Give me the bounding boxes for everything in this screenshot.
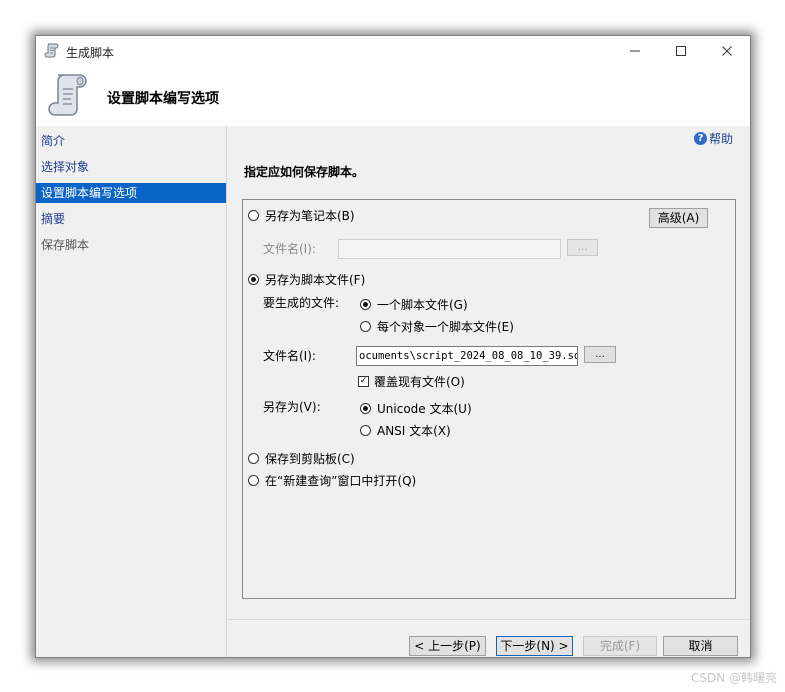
- wizard-content: ? 帮助 指定应如何保存脚本。 另存为笔记本(B) 高级(A) 文件名(I): …: [227, 126, 750, 657]
- open-in-new-query-radio[interactable]: 在“新建查询”窗口中打开(Q): [248, 472, 416, 489]
- one-script-file-label: 一个脚本文件(G): [377, 298, 468, 312]
- browse-button[interactable]: ...: [584, 346, 616, 363]
- overwrite-existing-label: 覆盖现有文件(O): [374, 375, 465, 389]
- title-bar[interactable]: 生成脚本: [36, 36, 750, 66]
- save-as-notebook-radio[interactable]: 另存为笔记本(B): [248, 207, 355, 224]
- page-title: 设置脚本编写选项: [107, 91, 219, 107]
- help-label: 帮助: [708, 132, 733, 146]
- unicode-text-label: Unicode 文本(U): [377, 402, 472, 416]
- save-options-group: 另存为笔记本(B) 高级(A) 文件名(I): ... 另存为脚本文件(F) 要…: [242, 199, 736, 599]
- save-to-clipboard-radio[interactable]: 保存到剪贴板(C): [248, 450, 355, 467]
- cancel-button[interactable]: 取消: [663, 636, 738, 656]
- radio-indicator: [248, 475, 259, 486]
- maximize-button[interactable]: [658, 36, 704, 66]
- minimize-icon: [630, 50, 640, 52]
- per-object-file-label: 每个对象一个脚本文件(E): [377, 320, 514, 334]
- footer-divider: [227, 619, 750, 620]
- open-in-new-query-label: 在“新建查询”窗口中打开(Q): [265, 474, 417, 488]
- script-scroll-icon: [44, 43, 59, 58]
- notebook-browse-button: ...: [567, 239, 598, 256]
- radio-indicator: [360, 299, 371, 310]
- window-title: 生成脚本: [66, 46, 115, 60]
- sidebar-item-save-scripts: 保存脚本: [41, 238, 90, 252]
- close-button[interactable]: [704, 36, 750, 66]
- save-to-clipboard-label: 保存到剪贴板(C): [265, 452, 355, 466]
- per-object-file-radio[interactable]: 每个对象一个脚本文件(E): [360, 318, 514, 335]
- help-icon: ?: [693, 132, 707, 145]
- radio-indicator: [360, 425, 371, 436]
- next-button[interactable]: 下一步(N) >: [496, 636, 573, 656]
- minimize-button[interactable]: [612, 36, 658, 66]
- sidebar-item-choose-objects[interactable]: 选择对象: [36, 157, 226, 177]
- sidebar-item-scripting-options[interactable]: 设置脚本编写选项: [36, 183, 226, 203]
- section-title: 指定应如何保存脚本。: [244, 165, 365, 179]
- wizard-sidebar: 简介 选择对象 设置脚本编写选项 摘要 保存脚本: [36, 126, 227, 657]
- previous-button[interactable]: < 上一步(P): [409, 636, 486, 656]
- radio-indicator: [248, 274, 259, 285]
- filename-input[interactable]: ocuments\script_2024_08_08_10_39.sql: [356, 346, 578, 366]
- advanced-button[interactable]: 高级(A): [649, 208, 708, 228]
- files-to-generate-label: 要生成的文件:: [263, 296, 340, 310]
- radio-indicator: [360, 321, 371, 332]
- script-scroll-large-icon: [48, 74, 87, 116]
- ansi-text-radio[interactable]: ANSI 文本(X): [360, 422, 451, 439]
- save-as-label: 另存为(V):: [263, 400, 321, 414]
- notebook-filename-input: [338, 239, 561, 259]
- sidebar-item-intro[interactable]: 简介: [36, 131, 226, 151]
- wizard-header: 设置脚本编写选项: [36, 66, 750, 126]
- overwrite-existing-checkbox[interactable]: ✓ 覆盖现有文件(O): [358, 373, 465, 390]
- close-icon: [722, 46, 732, 56]
- maximize-icon: [676, 46, 686, 56]
- watermark: CSDN @韩曙亮: [690, 671, 777, 685]
- radio-indicator: [248, 210, 259, 221]
- notebook-filename-label: 文件名(I):: [263, 242, 316, 256]
- radio-indicator: [360, 403, 371, 414]
- unicode-text-radio[interactable]: Unicode 文本(U): [360, 400, 472, 417]
- save-as-script-file-radio[interactable]: 另存为脚本文件(F): [248, 271, 365, 288]
- one-script-file-radio[interactable]: 一个脚本文件(G): [360, 296, 468, 313]
- sidebar-item-summary[interactable]: 摘要: [36, 209, 226, 229]
- radio-indicator: [248, 453, 259, 464]
- finish-button: 完成(F): [583, 636, 657, 656]
- save-as-script-file-label: 另存为脚本文件(F): [265, 273, 366, 287]
- ansi-text-label: ANSI 文本(X): [377, 424, 451, 438]
- checkmark-icon: ✓: [358, 376, 369, 387]
- save-as-notebook-label: 另存为笔记本(B): [265, 209, 355, 223]
- help-link[interactable]: ? 帮助: [693, 130, 733, 147]
- filename-label: 文件名(I):: [263, 349, 316, 363]
- generate-scripts-window: 生成脚本 设置脚本编写选项 简介 选择对象 设置脚本编写选项 摘要 保存脚本 ?…: [35, 35, 751, 658]
